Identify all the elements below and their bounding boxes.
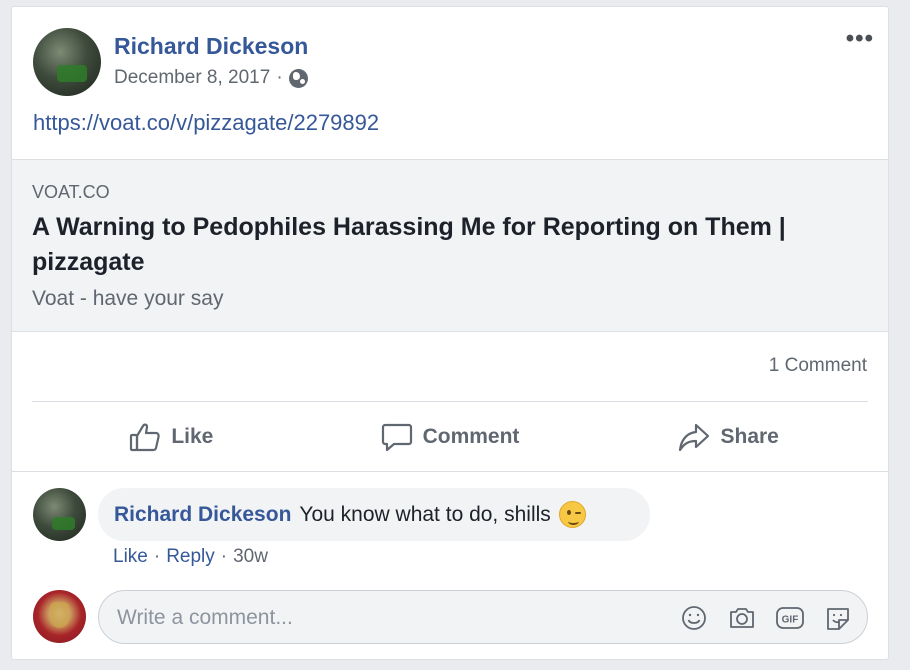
comment-bubble-icon xyxy=(381,423,412,452)
emoji-icon[interactable] xyxy=(679,603,709,633)
share-label: Share xyxy=(720,425,779,448)
commenter-avatar[interactable] xyxy=(33,488,86,541)
comment-label: Comment xyxy=(422,425,520,448)
like-button[interactable]: Like xyxy=(32,415,311,459)
action-bar: Like Comment Share xyxy=(32,415,868,459)
preview-description: Voat - have your say xyxy=(32,287,224,310)
meta-separator: · xyxy=(276,67,283,88)
post-author-name[interactable]: Richard Dickeson xyxy=(114,33,308,60)
post-meta: December 8, 2017 · xyxy=(114,67,308,89)
camera-icon[interactable] xyxy=(727,603,757,633)
post-card: Richard Dickeson December 8, 2017 · ••• … xyxy=(11,6,889,660)
globe-icon[interactable] xyxy=(288,68,308,88)
current-user-avatar[interactable] xyxy=(33,590,86,643)
divider xyxy=(32,401,868,402)
comment-action-separator: · xyxy=(153,546,161,567)
winking-face-icon xyxy=(558,501,586,528)
comment-timestamp[interactable]: 30w xyxy=(233,546,268,568)
thumbs-up-icon xyxy=(130,423,161,452)
share-button[interactable]: Share xyxy=(589,415,868,459)
comment-author-name[interactable]: Richard Dickeson xyxy=(114,503,291,527)
composer-icons: GIF xyxy=(679,603,853,633)
share-arrow-icon xyxy=(679,423,710,452)
preview-domain: VOAT.CO xyxy=(32,182,110,202)
comment-bubble: Richard Dickeson You know what to do, sh… xyxy=(98,488,650,541)
comment-composer[interactable]: GIF xyxy=(98,590,868,644)
author-avatar[interactable] xyxy=(33,28,101,96)
svg-text:GIF: GIF xyxy=(782,615,799,626)
post-date[interactable]: December 8, 2017 xyxy=(114,67,270,89)
post-link[interactable]: https://voat.co/v/pizzagate/2279892 xyxy=(33,110,379,136)
comment-action-separator: · xyxy=(220,546,228,567)
preview-title[interactable]: A Warning to Pedophiles Harassing Me for… xyxy=(32,210,872,280)
sticker-icon[interactable] xyxy=(823,603,853,633)
comment-text: You know what to do, shills xyxy=(299,502,551,526)
comment-actions: Like · Reply · 30w xyxy=(113,546,268,568)
like-label: Like xyxy=(171,425,214,448)
comment-reply-link[interactable]: Reply xyxy=(166,546,215,568)
divider xyxy=(12,471,888,472)
link-preview[interactable]: VOAT.CO A Warning to Pedophiles Harassin… xyxy=(12,159,888,332)
comment-count[interactable]: 1 Comment xyxy=(769,355,867,377)
more-options-icon[interactable]: ••• xyxy=(846,25,874,53)
comment-like-link[interactable]: Like xyxy=(113,546,148,568)
comment-button[interactable]: Comment xyxy=(311,415,590,459)
gif-icon[interactable]: GIF xyxy=(775,603,805,633)
comment-input[interactable] xyxy=(117,605,657,631)
